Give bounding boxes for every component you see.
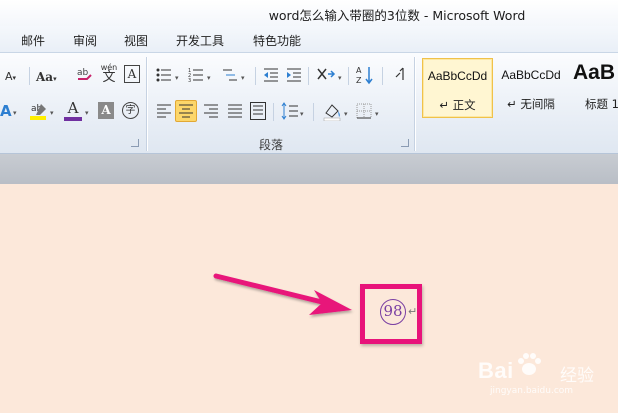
paragraph-mark: ↵ (408, 305, 418, 318)
circled-number[interactable]: 98 (380, 299, 406, 325)
watermark-brand: Bai (478, 358, 514, 383)
watermark: Bai 经验 jingyan.baidu.com (474, 350, 614, 400)
paw-logo-icon (518, 353, 541, 375)
watermark-url: jingyan.baidu.com (490, 386, 574, 396)
watermark-brand-cn: 经验 (560, 366, 594, 386)
